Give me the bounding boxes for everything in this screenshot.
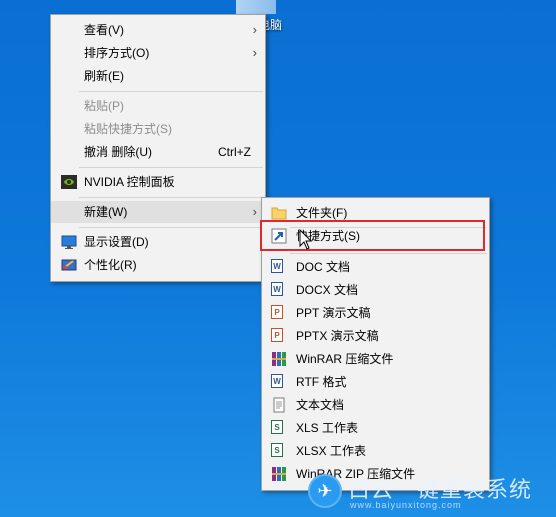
menu-item-nvidia-control-panel[interactable]: NVIDIA 控制面板 [51, 171, 265, 193]
chevron-right-icon: › [252, 45, 257, 60]
menu-separator [79, 227, 263, 228]
menu-separator [79, 197, 263, 198]
submenu-item-ppt[interactable]: P PPT 演示文稿 [262, 302, 489, 324]
menu-item-refresh[interactable]: 刷新(E) [51, 65, 265, 87]
mouse-pointer-icon [299, 228, 313, 251]
menu-item-paste-shortcut: 粘贴快捷方式(S) [51, 118, 265, 140]
menu-item-undo-delete[interactable]: 撤消 删除(U) Ctrl+Z [51, 141, 265, 163]
excel-icon: S [271, 420, 283, 434]
menu-item-display-settings[interactable]: 显示设置(D) [51, 231, 265, 253]
submenu-item-label: DOCX 文档 [296, 283, 359, 297]
menu-item-sort-by[interactable]: 排序方式(O) › [51, 42, 265, 64]
submenu-item-doc[interactable]: W DOC 文档 [262, 256, 489, 278]
watermark-logo: ✈ 白云一键重装系统 www.baiyunxitong.com [308, 472, 554, 512]
bird-logo-icon: ✈ [308, 474, 342, 508]
submenu-item-label: XLSX 工作表 [296, 444, 367, 458]
powerpoint-icon: P [271, 305, 283, 319]
menu-item-label: 新建(W) [84, 205, 128, 219]
menu-item-label: 显示设置(D) [84, 235, 149, 249]
submenu-item-label: 文本文档 [296, 398, 345, 412]
submenu-item-winrar[interactable]: WinRAR 压缩文件 [262, 348, 489, 370]
desktop-context-menu: 查看(V) › 排序方式(O) › 刷新(E) 粘贴(P) 粘贴快捷方式(S) … [50, 14, 266, 282]
menu-separator [79, 167, 263, 168]
menu-item-view[interactable]: 查看(V) › [51, 19, 265, 41]
submenu-item-label: XLS 工作表 [296, 421, 359, 435]
powerpoint-icon: P [271, 328, 283, 342]
submenu-item-xlsx[interactable]: S XLSX 工作表 [262, 440, 489, 462]
submenu-item-label: PPTX 演示文稿 [296, 329, 379, 343]
submenu-item-docx[interactable]: W DOCX 文档 [262, 279, 489, 301]
menu-item-label: 个性化(R) [84, 258, 137, 272]
menu-item-shortcut: Ctrl+Z [218, 145, 251, 159]
word-icon: W [271, 259, 283, 273]
submenu-item-xls[interactable]: S XLS 工作表 [262, 417, 489, 439]
submenu-item-text-document[interactable]: 文本文档 [262, 394, 489, 416]
folder-icon [271, 205, 287, 221]
menu-separator [290, 253, 487, 254]
chevron-right-icon: › [252, 22, 257, 37]
menu-separator [79, 91, 263, 92]
rtf-icon: W [271, 374, 283, 388]
personalize-icon [61, 257, 77, 273]
word-icon: W [271, 282, 283, 296]
menu-item-label: 撤消 删除(U) [84, 145, 152, 159]
display-settings-icon [61, 234, 77, 250]
menu-item-personalize[interactable]: 个性化(R) [51, 254, 265, 276]
submenu-item-pptx[interactable]: P PPTX 演示文稿 [262, 325, 489, 347]
excel-icon: S [271, 443, 283, 457]
menu-item-label: NVIDIA 控制面板 [84, 175, 175, 189]
computer-icon[interactable] [236, 0, 276, 14]
submenu-item-label: DOC 文档 [296, 260, 351, 274]
highlight-annotation [260, 220, 485, 251]
watermark-url: www.baiyunxitong.com [350, 500, 462, 510]
menu-item-new[interactable]: 新建(W) › [51, 201, 265, 223]
menu-item-label: 排序方式(O) [84, 46, 150, 60]
winrar-zip-icon [271, 466, 287, 482]
text-file-icon [271, 397, 287, 413]
menu-item-label: 查看(V) [84, 23, 124, 37]
nvidia-icon [61, 174, 77, 190]
submenu-item-rtf[interactable]: W RTF 格式 [262, 371, 489, 393]
chevron-right-icon: › [252, 204, 257, 219]
submenu-item-label: PPT 演示文稿 [296, 306, 371, 320]
menu-item-label: 刷新(E) [84, 69, 124, 83]
menu-item-label: 粘贴快捷方式(S) [84, 122, 172, 136]
menu-item-label: 粘贴(P) [84, 99, 124, 113]
menu-item-paste: 粘贴(P) [51, 95, 265, 117]
submenu-item-label: WinRAR 压缩文件 [296, 352, 394, 366]
winrar-icon [271, 351, 287, 367]
submenu-item-label: RTF 格式 [296, 375, 347, 389]
